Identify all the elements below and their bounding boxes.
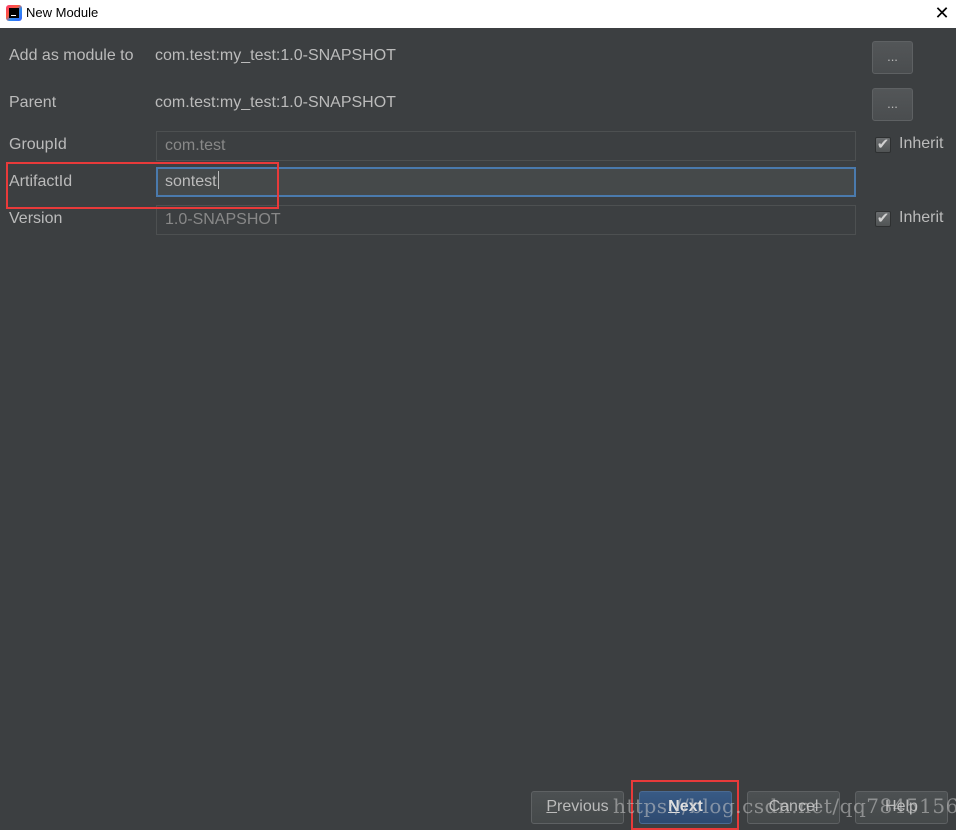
group-id-input[interactable]: com.test: [156, 131, 856, 161]
artifact-id-highlight-box: [6, 162, 279, 209]
group-id-label: GroupId: [9, 136, 67, 153]
group-id-inherit-label[interactable]: Inherit: [899, 135, 943, 153]
add-as-module-to-value: com.test:my_test:1.0-SNAPSHOT: [155, 47, 396, 64]
title-bar: New Module ✕: [0, 0, 956, 28]
intellij-idea-icon: [6, 5, 22, 21]
add-as-module-browse-button[interactable]: ...: [872, 41, 913, 74]
group-id-inherit-checkbox[interactable]: ✔: [875, 137, 891, 153]
help-button[interactable]: Help: [855, 791, 948, 824]
parent-label: Parent: [9, 94, 57, 111]
parent-browse-button[interactable]: ...: [872, 88, 913, 121]
add-as-module-to-label: Add as module to: [9, 47, 134, 64]
cancel-button[interactable]: Cancel: [747, 791, 840, 824]
previous-mnemonic: P: [546, 798, 558, 815]
version-inherit-checkbox[interactable]: ✔: [875, 211, 891, 227]
close-icon[interactable]: ✕: [932, 3, 952, 23]
window-title: New Module: [26, 5, 99, 20]
parent-value: com.test:my_test:1.0-SNAPSHOT: [155, 94, 396, 111]
version-label: Version: [9, 210, 63, 227]
next-highlight-box: [631, 780, 739, 830]
previous-button[interactable]: Previous: [531, 791, 624, 824]
version-inherit-label[interactable]: Inherit: [899, 209, 943, 227]
previous-label: revious: [557, 798, 609, 815]
version-input[interactable]: 1.0-SNAPSHOT: [156, 205, 856, 235]
